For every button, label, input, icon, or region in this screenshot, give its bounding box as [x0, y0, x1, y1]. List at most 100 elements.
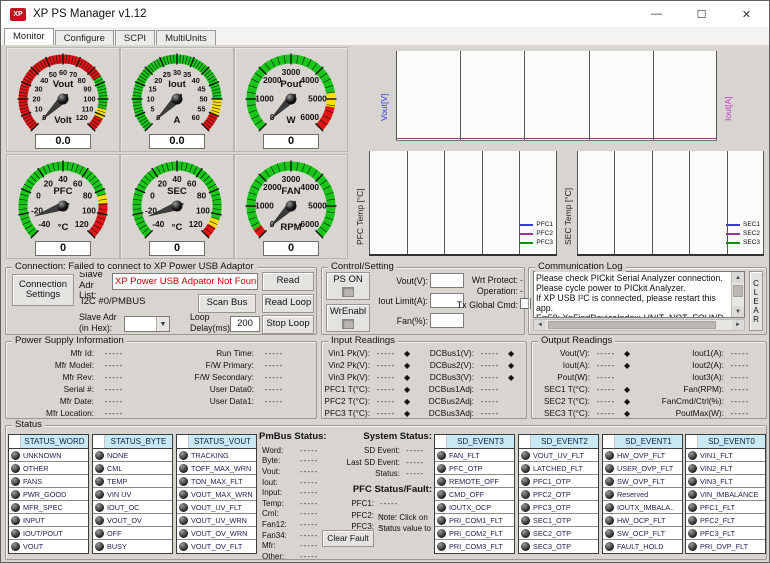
read-button[interactable]: Read	[262, 272, 314, 291]
close-button[interactable]: ✕	[724, 1, 769, 27]
status-kv-value[interactable]: -----	[300, 541, 318, 550]
scroll-left-icon[interactable]: ◄	[534, 320, 546, 330]
status-kv-value[interactable]: -----	[406, 458, 424, 467]
svg-text:70: 70	[69, 70, 77, 79]
status-row: NONE	[93, 449, 172, 462]
status-led-icon	[179, 503, 188, 512]
status-led-icon	[688, 542, 697, 551]
status-row-label: TEMP	[107, 477, 127, 486]
log-vertical-scrollbar[interactable]: ▲ ▼	[731, 272, 744, 317]
pout-value: 0	[263, 134, 319, 149]
status-row: PFC3_OTP	[519, 501, 598, 514]
reading-row: Serial #:-----	[8, 383, 134, 395]
pfc-gauge-panel: -40-20020406080100120PFC°C0	[6, 154, 120, 259]
scroll-right-icon[interactable]: ►	[732, 320, 744, 330]
status-row: PRI_COM1_FLT	[435, 514, 514, 527]
status-row: FAN_FLT	[435, 449, 514, 462]
sec-legend: SEC1SEC2SEC3	[726, 221, 760, 246]
log-textarea[interactable]: Please check PICkit Serial Analyzer conn…	[533, 271, 745, 318]
status-led-icon	[11, 542, 20, 551]
status-kv-value[interactable]: -----	[300, 509, 318, 518]
status-kv-value[interactable]: -----	[300, 531, 318, 540]
table-header: STATUS_BYTE	[93, 435, 172, 449]
status-row: VOUT	[9, 540, 88, 553]
window-controls: — ☐ ✕	[634, 1, 769, 27]
status-kv-value[interactable]: -----	[300, 467, 318, 476]
table-header: STATUS_VOUT	[177, 435, 256, 449]
minimize-button[interactable]: —	[634, 1, 679, 27]
status-kv-value[interactable]: -----	[300, 552, 318, 561]
status-kv-label: Status:	[338, 469, 400, 478]
iout-axis-label: Iout[A]	[723, 71, 733, 121]
svg-text:2000: 2000	[263, 182, 282, 192]
svg-text:90: 90	[83, 84, 91, 93]
reading-row: F/W Secondary:-----	[146, 371, 294, 383]
adaptor-status-field[interactable]: XP Power USB Adpator Not Found	[112, 273, 258, 290]
log-horizontal-scrollbar[interactable]: ◄ ►	[533, 319, 745, 331]
reading-label: PoutMax(W):	[644, 408, 724, 418]
tab-monitor[interactable]: Monitor	[4, 28, 54, 45]
svg-text:Vout: Vout	[53, 79, 74, 90]
gridline	[716, 51, 717, 140]
status-kv-value[interactable]: -----	[300, 446, 318, 455]
scrollbar-thumb[interactable]	[548, 321, 716, 329]
legend-entry: PFC1	[519, 221, 553, 228]
scroll-down-icon[interactable]: ▼	[732, 306, 744, 317]
ps-on-button[interactable]: PS ON	[326, 272, 370, 300]
tab-scpi[interactable]: SCPI	[115, 30, 155, 45]
status-row: VIN3_FLT	[686, 475, 765, 488]
status-kv-value[interactable]: -----	[300, 488, 318, 497]
diamond-indicator-icon: ◆	[508, 373, 514, 382]
clear-log-button[interactable]: C L E A R	[749, 271, 763, 331]
reading-label: DCBus3Adj:	[420, 408, 474, 418]
control-field-input[interactable]	[430, 313, 464, 328]
svg-text:0: 0	[150, 190, 155, 200]
svg-text:0: 0	[36, 190, 41, 200]
status-row-label: PWR_GOOD	[23, 490, 66, 499]
stop-loop-button[interactable]: Stop Loop	[262, 315, 314, 334]
status-row: SW_OCP_FLT	[603, 527, 682, 540]
svg-text:Pout: Pout	[280, 79, 302, 90]
loop-delay-input[interactable]: 200	[230, 316, 260, 332]
status-row-label: CML	[107, 464, 122, 473]
status-kv-value[interactable]: -----	[300, 456, 318, 465]
status-kv-value[interactable]: -----	[406, 469, 424, 478]
gridline	[519, 151, 520, 254]
vout-gauge-panel: 0102030405060708090100110120VoutVolt0.0	[6, 47, 120, 152]
status-led-icon	[95, 516, 104, 525]
status-kv-value[interactable]: -----	[300, 478, 318, 487]
status-kv-value[interactable]: -----	[300, 520, 318, 529]
svg-text:40: 40	[40, 76, 48, 85]
scroll-up-icon[interactable]: ▲	[732, 272, 744, 283]
clear-fault-button[interactable]: Clear Fault	[322, 530, 374, 547]
reading-row: DCBus1(V):-----◆	[420, 347, 514, 359]
tab-multiunits[interactable]: MultiUnits	[156, 30, 216, 45]
gridline	[407, 151, 408, 254]
reading-row: Vin3 Pk(V):-----◆	[322, 371, 410, 383]
scan-bus-button[interactable]: Scan Bus	[198, 294, 256, 313]
maximize-button[interactable]: ☐	[679, 1, 724, 27]
connection-settings-button[interactable]: Connection Settings	[12, 274, 74, 306]
svg-text:-40: -40	[152, 219, 164, 229]
status-kv-value[interactable]: -----	[380, 499, 398, 508]
reading-row: Vin2 Pk(V):-----◆	[322, 359, 410, 371]
status-kv-row: Fan34:-----	[262, 530, 318, 541]
status-row-label: IOUTX_IMBALA..	[617, 503, 674, 512]
read-loop-button[interactable]: Read Loop	[262, 294, 314, 313]
wr-enabl-label: WrEnabl	[330, 307, 366, 318]
reading-row: PoutMax(W):-----	[644, 407, 756, 419]
status-led-icon	[437, 490, 446, 499]
tab-configure[interactable]: Configure	[55, 30, 114, 45]
status-row: VIN1_FLT	[686, 449, 765, 462]
control-field-input[interactable]	[430, 273, 464, 288]
status-row: FANS	[9, 475, 88, 488]
scrollbar-thumb[interactable]	[733, 285, 743, 297]
status-kv-value[interactable]: -----	[300, 499, 318, 508]
status-led-icon	[95, 477, 104, 486]
status-kv-value[interactable]: -----	[406, 446, 424, 455]
status-row: FAULT_HOLD	[603, 540, 682, 553]
wr-enabl-button[interactable]: WrEnabl	[326, 304, 370, 332]
reading-label: User Data1:	[146, 396, 254, 406]
gridline	[444, 151, 445, 254]
slave-adr-combobox[interactable]: ▼	[124, 316, 170, 332]
